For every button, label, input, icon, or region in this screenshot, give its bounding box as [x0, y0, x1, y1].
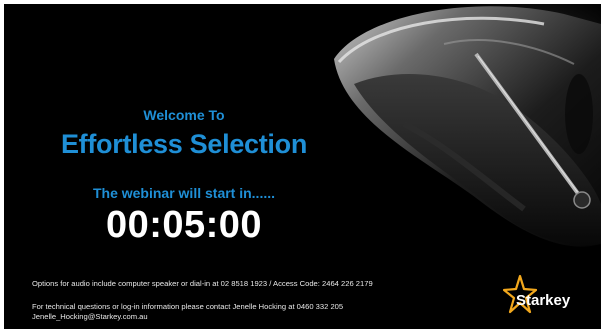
- webinar-title: Effortless Selection: [60, 129, 308, 159]
- audio-info: Options for audio include computer speak…: [32, 279, 373, 288]
- starkey-logo: Starkey: [503, 274, 593, 318]
- contact-info: For technical questions or log-in inform…: [32, 302, 344, 311]
- start-message: The webinar will start in......: [92, 185, 276, 201]
- webinar-slide: Welcome To Effortless Selection The webi…: [4, 4, 601, 329]
- countdown-timer: 00:05:00: [105, 204, 263, 246]
- brand-name: Starkey: [516, 292, 571, 309]
- contact-email: Jenelle_Hocking@Starkey.com.au: [32, 312, 148, 321]
- welcome-heading: Welcome To: [143, 107, 225, 123]
